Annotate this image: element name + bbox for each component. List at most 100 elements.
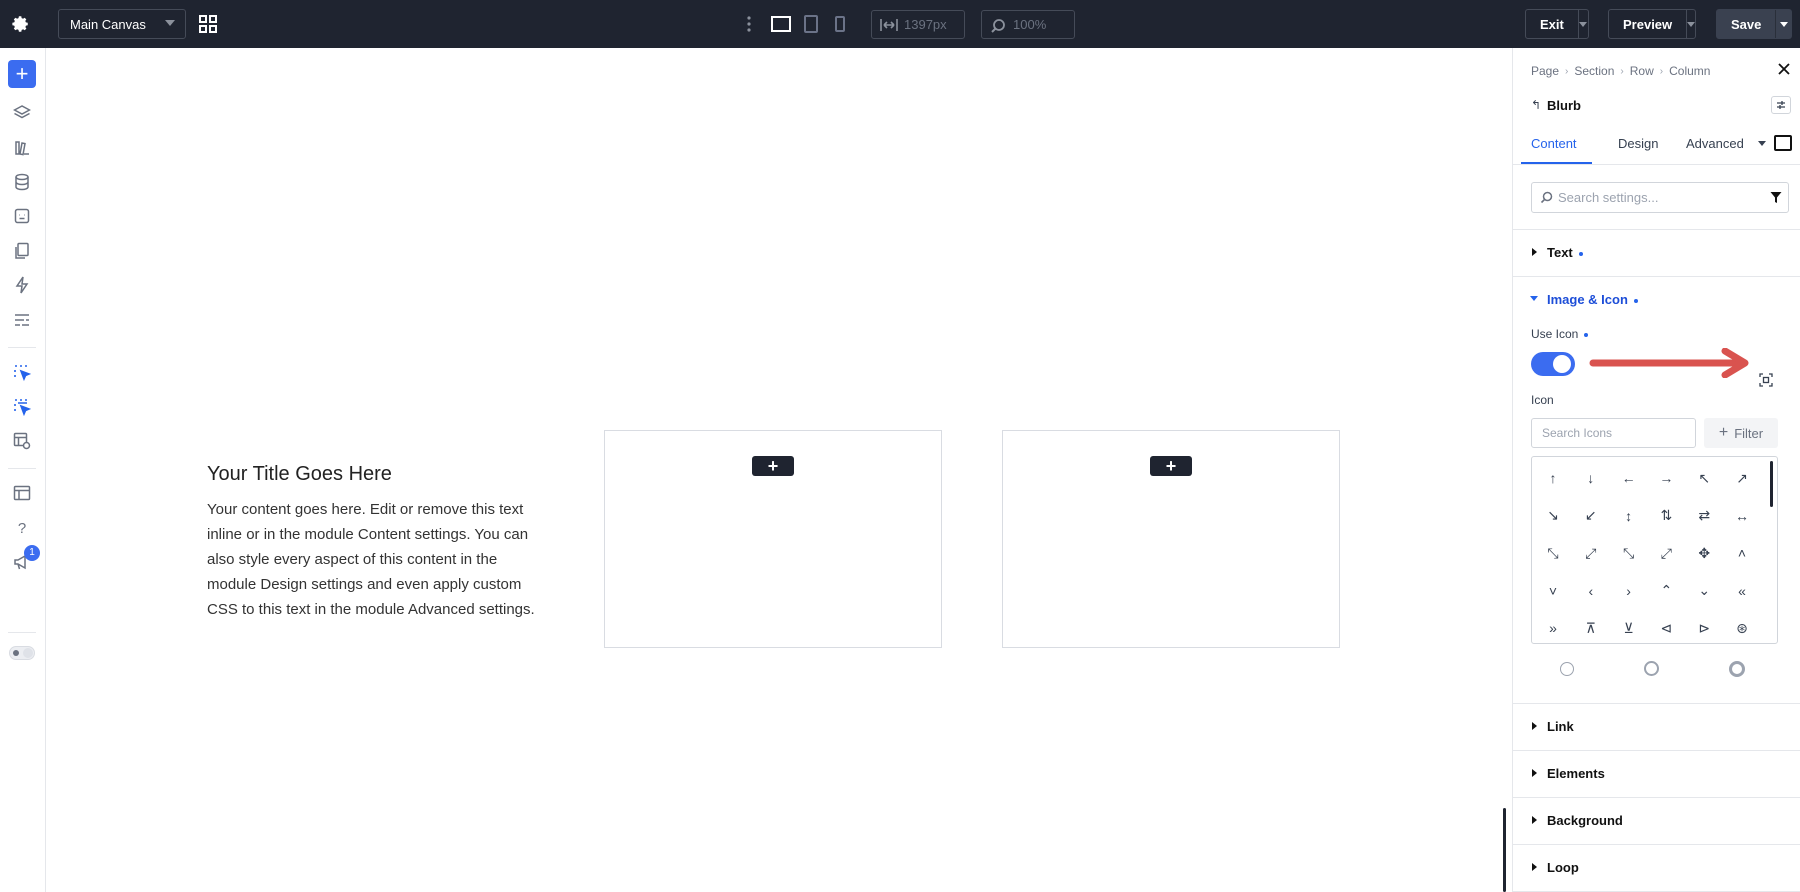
icon-option[interactable]: » [1534, 609, 1572, 647]
preview-button[interactable]: Preview [1608, 9, 1696, 39]
icon-option[interactable]: ↘ [1534, 497, 1572, 535]
icon-option[interactable]: ↔ [1723, 497, 1761, 535]
icon-size-medium-option[interactable] [1644, 661, 1659, 676]
icon-option[interactable]: ⤢ [1647, 534, 1685, 572]
icon-option[interactable]: ↓ [1572, 459, 1610, 497]
blurb-title[interactable]: Your Title Goes Here [207, 463, 392, 486]
lightning-icon[interactable] [9, 272, 35, 298]
search-icons-input[interactable]: Search Icons [1531, 418, 1696, 448]
icon-option[interactable]: ↗ [1723, 459, 1761, 497]
layout-library-icon[interactable] [9, 480, 35, 506]
grid-icon[interactable] [196, 12, 220, 36]
breadcrumb-item[interactable]: Section [1574, 64, 1614, 78]
database-icon[interactable] [9, 169, 35, 195]
settings-group-elements[interactable]: Elements [1513, 751, 1800, 798]
icon-option[interactable]: ⤡ [1610, 534, 1648, 572]
tablet-view-icon[interactable] [800, 12, 822, 36]
breadcrumb-item[interactable]: Column [1669, 64, 1710, 78]
group-label-text: Image & Icon [1547, 292, 1628, 307]
canvas-width-field[interactable]: 1397px [871, 10, 965, 39]
icon-option[interactable]: ˅ [1534, 572, 1572, 610]
caret-right-icon [1532, 769, 1537, 777]
filter-icon[interactable] [1770, 191, 1782, 204]
add-module-button[interactable]: + [1150, 456, 1192, 476]
icon-size-large-option[interactable] [1729, 661, 1745, 677]
icon-option[interactable]: ⊛ [1723, 609, 1761, 647]
icon-option[interactable]: ⇅ [1647, 497, 1685, 535]
layout-settings-icon[interactable] [9, 428, 35, 454]
layers-icon[interactable] [9, 100, 35, 126]
preview-dropdown-button[interactable] [1687, 10, 1696, 38]
scrollbar[interactable] [1503, 808, 1506, 892]
back-arrow-icon[interactable]: ↰ [1531, 98, 1541, 112]
save-button[interactable]: Save [1716, 9, 1792, 39]
icon-picker-expand-icon[interactable] [1759, 373, 1773, 387]
icon-option[interactable]: → [1647, 459, 1685, 497]
exit-button[interactable]: Exit [1525, 9, 1589, 39]
icon-option[interactable]: ⇄ [1685, 497, 1723, 535]
breadcrumb-item[interactable]: Row [1630, 64, 1654, 78]
panel-options-icon[interactable] [1771, 96, 1791, 114]
blurb-body-text[interactable]: Your content goes here. Edit or remove t… [207, 497, 547, 622]
group-label-text: Link [1547, 719, 1574, 734]
icon-option[interactable]: ↑ [1534, 459, 1572, 497]
tab-design[interactable]: Design [1608, 134, 1668, 164]
icon-option[interactable]: ← [1610, 459, 1648, 497]
tab-advanced[interactable]: Advanced [1676, 134, 1754, 164]
icon-option[interactable]: ‹ [1572, 572, 1610, 610]
icon-option[interactable]: ⌃ [1647, 572, 1685, 610]
portability-icon[interactable] [9, 203, 35, 229]
canvas-selector[interactable]: Main Canvas [58, 9, 186, 39]
add-button[interactable]: + [8, 60, 36, 88]
icon-option[interactable]: ↙ [1572, 497, 1610, 535]
icon-option[interactable]: ⊳ [1685, 609, 1723, 647]
icon-option[interactable]: ˄ [1723, 534, 1761, 572]
tab-content[interactable]: Content [1521, 134, 1592, 164]
select-element-icon[interactable] [9, 360, 35, 386]
icon-option[interactable]: ↕ [1610, 497, 1648, 535]
presets-icon[interactable] [9, 307, 35, 333]
icon-option[interactable]: › [1610, 572, 1648, 610]
icon-option[interactable]: ↖ [1685, 459, 1723, 497]
design-library-icon[interactable] [9, 135, 35, 161]
desktop-view-icon[interactable] [768, 12, 794, 36]
icon-option[interactable]: ⊲ [1647, 609, 1685, 647]
chevron-down-icon[interactable] [1758, 141, 1766, 146]
theme-toggle[interactable] [9, 646, 35, 660]
icon-option[interactable]: ⌄ [1685, 572, 1723, 610]
use-icon-toggle[interactable] [1531, 352, 1575, 376]
save-dropdown-button[interactable] [1776, 10, 1791, 38]
pages-icon[interactable] [9, 238, 35, 264]
settings-group-text[interactable]: Text [1513, 230, 1800, 277]
group-label-text: Loop [1547, 860, 1579, 875]
settings-group-background[interactable]: Background [1513, 798, 1800, 845]
icon-option[interactable]: « [1723, 572, 1761, 610]
icon-option[interactable]: ⤡ [1534, 534, 1572, 572]
multi-select-icon[interactable] [9, 394, 35, 420]
breadcrumb-item[interactable]: Page [1531, 64, 1559, 78]
add-module-button[interactable]: + [752, 456, 794, 476]
icon-filter-button[interactable]: + Filter [1704, 418, 1778, 448]
icon-option[interactable]: ⤢ [1572, 534, 1610, 572]
close-icon[interactable] [1777, 62, 1793, 78]
group-label-text: Text [1547, 245, 1573, 260]
caret-right-icon [1532, 722, 1537, 730]
toggle-knob [23, 648, 33, 658]
icon-option[interactable]: ⊼ [1572, 609, 1610, 647]
more-options-icon[interactable] [744, 13, 754, 35]
phone-view-icon[interactable] [830, 12, 850, 36]
gear-icon[interactable] [8, 12, 34, 36]
settings-group-link[interactable]: Link [1513, 704, 1800, 751]
scrollbar[interactable] [1770, 461, 1773, 507]
help-icon[interactable]: ? [9, 515, 35, 541]
use-icon-label: Use Icon [1531, 327, 1589, 341]
icon-size-small-option[interactable] [1560, 662, 1574, 676]
zoom-field[interactable]: 100% [981, 10, 1075, 39]
icon-option[interactable]: ✥ [1685, 534, 1723, 572]
settings-group-loop[interactable]: Loop [1513, 845, 1800, 892]
search-settings-input[interactable]: Search settings... [1531, 182, 1789, 213]
icon-option[interactable]: ⊻ [1610, 609, 1648, 647]
expand-panel-icon[interactable] [1774, 135, 1792, 151]
save-button-label: Save [1717, 10, 1777, 38]
exit-dropdown-button[interactable] [1579, 10, 1588, 38]
